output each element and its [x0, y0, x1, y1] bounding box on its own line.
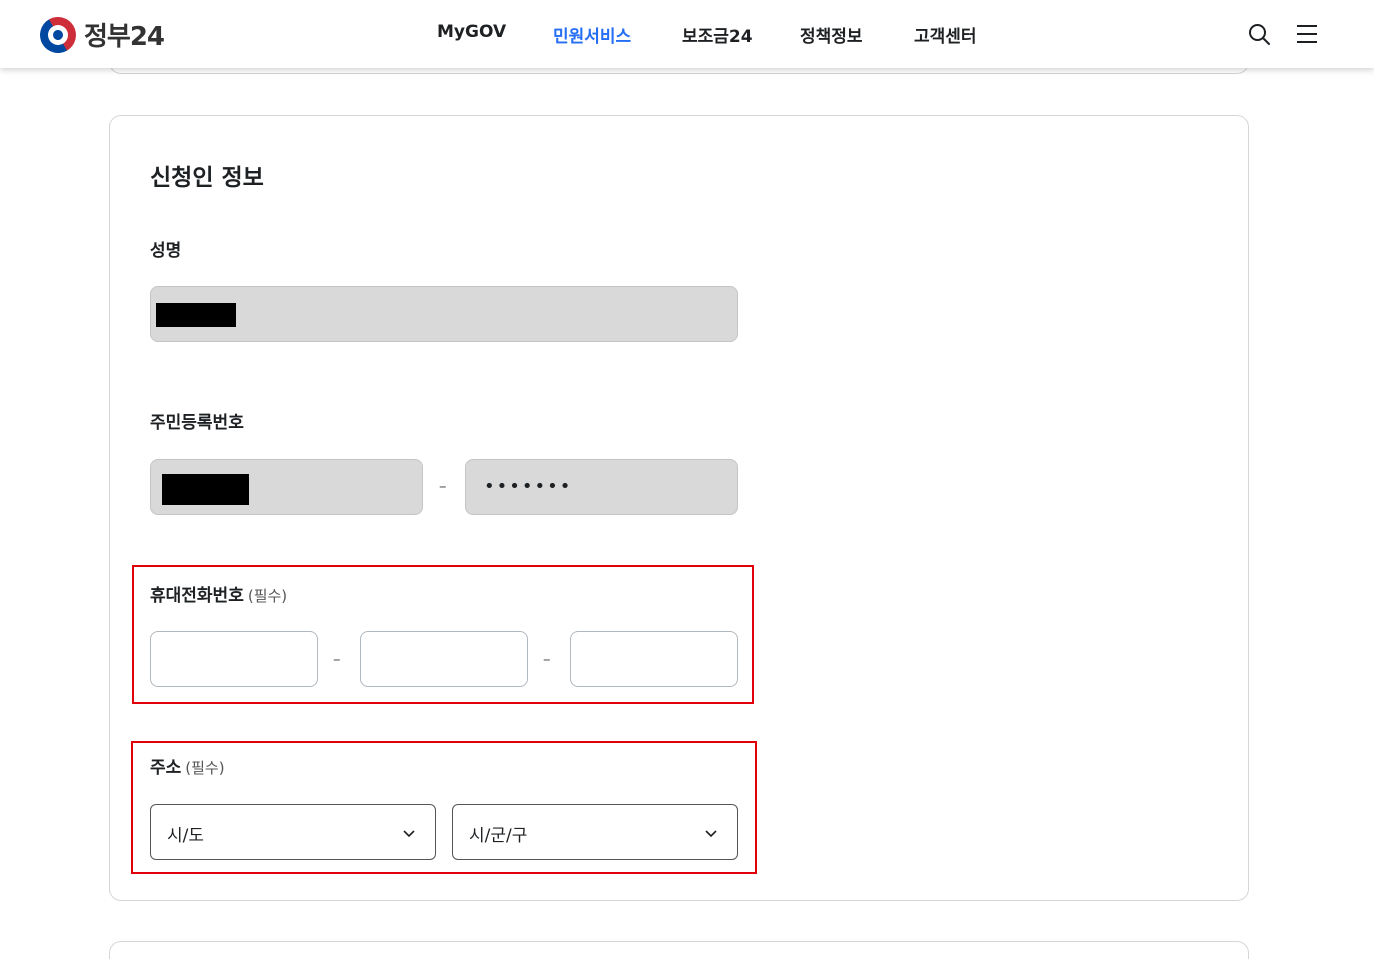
nav-civil-service[interactable]: 민원서비스: [553, 22, 631, 47]
name-label: 성명: [150, 241, 182, 261]
search-icon[interactable]: [1247, 22, 1271, 46]
phone-separator-2: –: [543, 650, 551, 668]
nav-subsidy24[interactable]: 보조금24: [682, 22, 753, 47]
rrn-front-field: [150, 459, 423, 515]
phone-label: 휴대전화번호 (필수): [150, 581, 287, 606]
site-header: 정부24 MyGOV 민원서비스 보조금24 정책정보 고객센터: [0, 0, 1374, 68]
phone-part1-input[interactable]: [150, 631, 318, 687]
sigungu-select-value: 시/군/구: [469, 826, 528, 846]
phone-part3-input[interactable]: [570, 631, 738, 687]
masked-value: •••••••: [484, 476, 573, 497]
nav-policy-info[interactable]: 정책정보: [800, 22, 863, 47]
sido-select[interactable]: 시/도: [150, 804, 436, 860]
rrn-label: 주민등록번호: [150, 413, 244, 433]
next-section-card: [109, 941, 1249, 959]
phone-part2-input[interactable]: [360, 631, 528, 687]
chevron-down-icon: [705, 830, 717, 838]
redacted-value: [162, 474, 249, 505]
required-marker: (필수): [247, 587, 288, 605]
address-label-text: 주소: [150, 758, 182, 778]
phone-label-text: 휴대전화번호: [150, 586, 244, 606]
nav-customer-center[interactable]: 고객센터: [914, 22, 977, 47]
global-nav: MyGOV 민원서비스 보조금24 정책정보 고객센터: [0, 22, 1374, 47]
redacted-value: [156, 303, 236, 327]
name-field: [150, 286, 738, 342]
nav-mygov[interactable]: MyGOV: [437, 22, 506, 42]
section-title: 신청인 정보: [150, 165, 264, 191]
menu-icon[interactable]: [1295, 22, 1319, 46]
chevron-down-icon: [403, 830, 415, 838]
sigungu-select[interactable]: 시/군/구: [452, 804, 738, 860]
required-marker: (필수): [185, 759, 225, 777]
rrn-separator: –: [439, 477, 447, 495]
phone-separator-1: –: [333, 650, 341, 668]
rrn-back-field: •••••••: [465, 459, 738, 515]
sido-select-value: 시/도: [167, 826, 205, 846]
address-label: 주소 (필수): [150, 753, 225, 778]
